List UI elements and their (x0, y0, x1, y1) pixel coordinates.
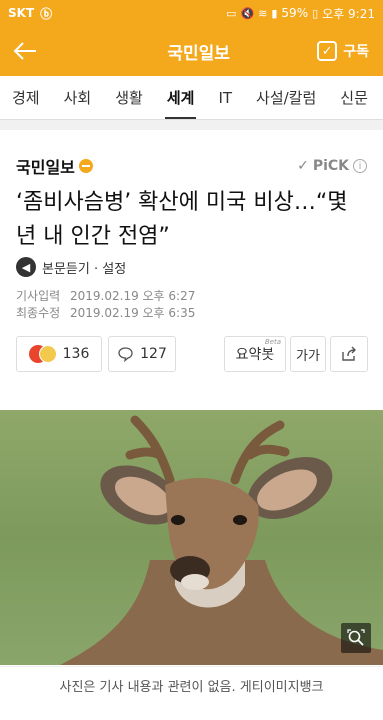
tab-life[interactable]: 생활 (103, 76, 155, 119)
mute-icon: 🔇 (240, 6, 255, 20)
press-logo[interactable]: 국민일보 (16, 154, 93, 178)
reaction-count: 136 (62, 346, 90, 362)
category-tabs: 경제 사회 생활 세계 IT 사설/칼럼 신문 (0, 76, 383, 120)
tab-newspaper[interactable]: 신문 (328, 76, 380, 119)
published-row: 기사입력 2019.02.19 오후 6:27 (16, 288, 195, 305)
deer-illustration (60, 415, 383, 665)
photo-caption: 사진은 기사 내용과 관련이 없음. 게티이미지뱅크 (59, 680, 324, 695)
signal-icon: ▮ (271, 6, 278, 20)
zoom-button[interactable] (341, 623, 371, 653)
modified-date: 2019.02.19 오후 6:35 (70, 306, 196, 320)
reaction-button[interactable]: 136 (16, 336, 102, 372)
info-icon[interactable]: i (353, 159, 367, 173)
tab-economy[interactable]: 경제 (0, 76, 52, 119)
published-label: 기사입력 (16, 289, 61, 303)
share-button[interactable] (330, 336, 368, 372)
status-bar: SKT ⓑ ▭ 🔇 ≋ ▮ 59% ▯ 오후 9:21 (0, 0, 383, 26)
magnify-icon (347, 629, 365, 646)
tab-editorial[interactable]: 사설/칼럼 (244, 76, 328, 119)
press-name: 국민일보 (16, 158, 75, 177)
sad-face-icon (38, 345, 57, 363)
back-button[interactable] (0, 26, 50, 76)
battery-icon: ▯ (312, 6, 319, 20)
back-arrow-icon (13, 42, 36, 60)
caption-divider (0, 666, 383, 667)
tab-it[interactable]: IT (206, 76, 244, 119)
check-icon: ✓ (317, 41, 338, 61)
battery-percent: 59% (281, 6, 309, 20)
beta-label: Beta (264, 338, 281, 346)
app-header: 국민일보 ✓ 구독 (0, 26, 383, 76)
subscribe-button[interactable]: ✓ 구독 (317, 41, 369, 61)
article-headline: ‘좀비사슴병’ 확산에 미국 비상…“몇년 내 인간 전염” (16, 190, 348, 249)
carrier-label: SKT (8, 6, 35, 20)
pick-check-icon: ✓ (297, 158, 309, 174)
tab-society[interactable]: 사회 (52, 76, 104, 119)
nfc-icon: ▭ (226, 6, 237, 20)
tab-world[interactable]: 세계 (155, 76, 207, 119)
comment-button[interactable]: 127 (108, 336, 176, 372)
modified-label: 최종수정 (16, 306, 61, 320)
wifi-icon: ≋ (258, 6, 268, 20)
article-dates: 기사입력 2019.02.19 오후 6:27 최종수정 2019.02.19 … (16, 288, 195, 322)
pick-badge[interactable]: ✓ PiCK i (297, 158, 367, 174)
summary-label: 요약봇 (235, 347, 275, 363)
modified-row: 최종수정 2019.02.19 오후 6:35 (16, 305, 195, 322)
subscribe-label: 구독 (343, 44, 369, 60)
comment-icon (118, 347, 133, 362)
speaker-icon: ◀ (16, 257, 36, 277)
article-actions: 136 127 요약봇 Beta 가가 (16, 336, 368, 372)
pick-label: PiCK (312, 158, 349, 174)
font-size-button[interactable]: 가가 (290, 336, 326, 372)
published-date: 2019.02.19 오후 6:27 (70, 289, 196, 303)
summary-bot-button[interactable]: 요약봇 Beta (224, 336, 286, 372)
clock: 오후 9:21 (322, 6, 375, 21)
press-seal-icon (78, 159, 93, 173)
page-title: 국민일보 (167, 43, 230, 64)
section-gap (0, 120, 383, 130)
listen-control[interactable]: ◀ 본문듣기 · 설정 (16, 257, 126, 277)
comment-count: 127 (140, 346, 167, 362)
bixby-icon: ⓑ (40, 6, 53, 21)
listen-label: 본문듣기 · 설정 (42, 261, 127, 277)
share-icon (342, 346, 356, 361)
article-photo[interactable] (0, 410, 383, 665)
article-brand-row: 국민일보 ✓ PiCK i (16, 154, 367, 178)
status-right: ▭ 🔇 ≋ ▮ 59% ▯ 오후 9:21 (226, 5, 375, 22)
